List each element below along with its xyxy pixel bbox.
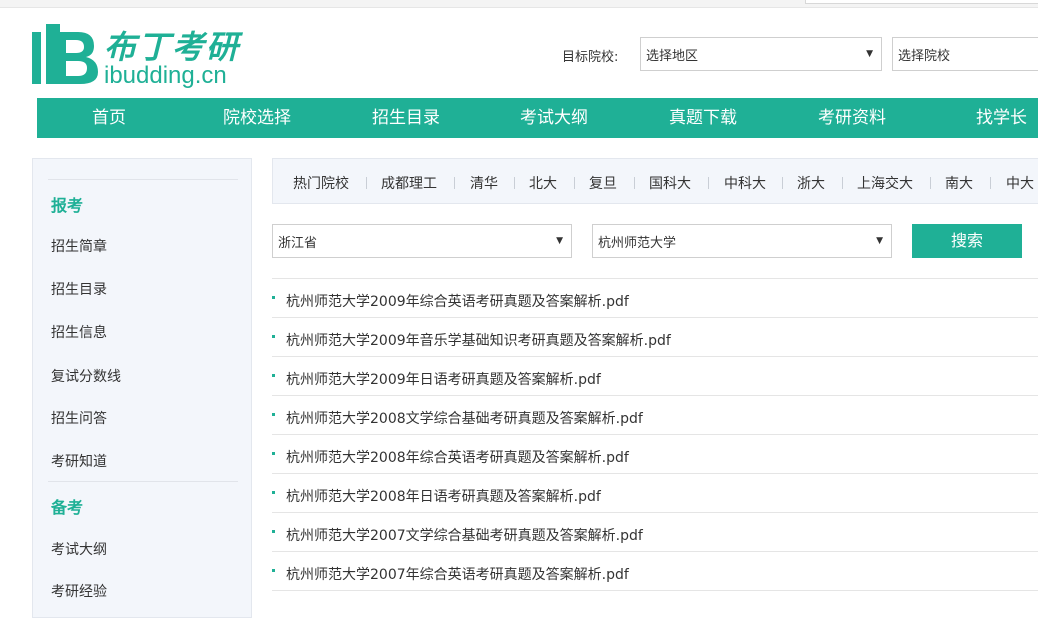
separator xyxy=(454,177,455,189)
region-select[interactable]: 选择地区 ▼ xyxy=(640,37,882,71)
sidebar-heading-prepare: 备考 xyxy=(51,498,84,517)
separator xyxy=(366,177,367,189)
hot-schools-label: 热门院校 xyxy=(293,176,349,192)
hot-school-link[interactable]: 南大 xyxy=(945,173,973,193)
hot-school-link[interactable]: 上海交大 xyxy=(857,173,913,193)
sidebar-item-qa[interactable]: 招生问答 xyxy=(51,408,107,428)
nav-school-selection[interactable]: 院校选择 xyxy=(223,98,291,138)
site-logo[interactable]: 布丁考研 ibudding.cn xyxy=(32,22,242,89)
file-link[interactable]: 杭州师范大学2008文学综合基础考研真题及答案解析.pdf xyxy=(286,408,643,428)
university-select-value: 杭州师范大学 xyxy=(598,235,677,251)
logo-mark-icon xyxy=(32,24,98,84)
hot-schools-bar: 热门院校 成都理工 清华 北大 复旦 国科大 中科大 浙大 上海交大 南大 中大 xyxy=(272,158,1038,204)
top-strip xyxy=(0,0,1038,8)
hot-school-link[interactable]: 中大 xyxy=(1006,173,1034,193)
school-select[interactable]: 选择院校 xyxy=(892,37,1038,71)
sidebar-divider xyxy=(48,179,238,180)
nav-enrollment-catalog[interactable]: 招生目录 xyxy=(372,98,440,138)
separator xyxy=(842,177,843,189)
separator xyxy=(782,177,783,189)
school-select-value: 选择院校 xyxy=(898,48,951,64)
chevron-down-icon: ▼ xyxy=(876,236,883,246)
nav-find-senior[interactable]: 找学长 xyxy=(976,98,1027,138)
bullet-icon xyxy=(272,374,275,377)
chevron-down-icon: ▼ xyxy=(556,236,563,246)
file-link[interactable]: 杭州师范大学2009年日语考研真题及答案解析.pdf xyxy=(286,369,601,389)
sidebar-item-brochure[interactable]: 招生简章 xyxy=(51,236,107,256)
list-item[interactable]: 杭州师范大学2008年日语考研真题及答案解析.pdf xyxy=(272,474,1038,513)
hot-school-link[interactable]: 浙大 xyxy=(797,173,825,193)
sidebar: 报考 招生简章 招生目录 招生信息 复试分数线 招生问答 考研知道 备考 考试大… xyxy=(32,158,252,618)
nav-materials[interactable]: 考研资料 xyxy=(818,98,886,138)
hot-school-link[interactable]: 清华 xyxy=(470,173,498,193)
list-item[interactable]: 杭州师范大学2009年音乐学基础知识考研真题及答案解析.pdf xyxy=(272,318,1038,357)
bullet-icon xyxy=(272,413,275,416)
nav-home[interactable]: 首页 xyxy=(92,98,126,138)
nav-exam-syllabus[interactable]: 考试大纲 xyxy=(520,98,588,138)
list-item[interactable]: 杭州师范大学2008文学综合基础考研真题及答案解析.pdf xyxy=(272,396,1038,435)
sidebar-item-syllabus[interactable]: 考试大纲 xyxy=(51,539,107,559)
separator xyxy=(514,177,515,189)
target-school-label: 目标院校: xyxy=(562,50,619,65)
list-item[interactable]: 杭州师范大学2007文学综合基础考研真题及答案解析.pdf xyxy=(272,513,1038,552)
hot-school-link[interactable]: 成都理工 xyxy=(381,173,437,193)
sidebar-heading-apply: 报考 xyxy=(51,196,84,215)
logo-domain: ibudding.cn xyxy=(104,62,227,89)
sidebar-item-info[interactable]: 招生信息 xyxy=(51,322,107,342)
hot-school-link[interactable]: 复旦 xyxy=(589,173,617,193)
file-link[interactable]: 杭州师范大学2007年综合英语考研真题及答案解析.pdf xyxy=(286,564,629,584)
file-link[interactable]: 杭州师范大学2009年音乐学基础知识考研真题及答案解析.pdf xyxy=(286,330,671,350)
list-item[interactable]: 杭州师范大学2009年综合英语考研真题及答案解析.pdf xyxy=(272,279,1038,318)
sidebar-item-know[interactable]: 考研知道 xyxy=(51,451,107,471)
sidebar-item-retest-score[interactable]: 复试分数线 xyxy=(51,366,121,386)
hot-school-link[interactable]: 中科大 xyxy=(724,173,766,193)
search-button[interactable]: 搜索 xyxy=(912,224,1022,258)
bullet-icon xyxy=(272,491,275,494)
bullet-icon xyxy=(272,569,275,572)
main-nav: 首页 院校选择 招生目录 考试大纲 真题下载 考研资料 找学长 xyxy=(37,98,1038,138)
university-select[interactable]: 杭州师范大学 ▼ xyxy=(592,224,892,258)
separator xyxy=(574,177,575,189)
file-link[interactable]: 杭州师范大学2008年日语考研真题及答案解析.pdf xyxy=(286,486,601,506)
province-select[interactable]: 浙江省 ▼ xyxy=(272,224,572,258)
list-item[interactable]: 杭州师范大学2009年日语考研真题及答案解析.pdf xyxy=(272,357,1038,396)
bullet-icon xyxy=(272,452,275,455)
nav-past-papers[interactable]: 真题下载 xyxy=(669,98,737,138)
separator xyxy=(930,177,931,189)
sidebar-item-experience[interactable]: 考研经验 xyxy=(51,581,107,601)
region-select-value: 选择地区 xyxy=(646,48,699,64)
bullet-icon xyxy=(272,296,275,299)
separator xyxy=(708,177,709,189)
chevron-down-icon: ▼ xyxy=(866,49,873,59)
separator xyxy=(634,177,635,189)
hot-school-link[interactable]: 国科大 xyxy=(649,173,691,193)
separator xyxy=(990,177,991,189)
top-search-box[interactable] xyxy=(805,0,1038,4)
sidebar-divider xyxy=(48,481,238,482)
file-link[interactable]: 杭州师范大学2008年综合英语考研真题及答案解析.pdf xyxy=(286,447,629,467)
list-item[interactable]: 杭州师范大学2007年综合英语考研真题及答案解析.pdf xyxy=(272,552,1038,591)
province-select-value: 浙江省 xyxy=(278,235,318,251)
list-item[interactable]: 杭州师范大学2008年综合英语考研真题及答案解析.pdf xyxy=(272,435,1038,474)
file-link[interactable]: 杭州师范大学2007文学综合基础考研真题及答案解析.pdf xyxy=(286,525,643,545)
hot-school-link[interactable]: 北大 xyxy=(529,173,557,193)
sidebar-item-catalog[interactable]: 招生目录 xyxy=(51,279,107,299)
bullet-icon xyxy=(272,335,275,338)
bullet-icon xyxy=(272,530,275,533)
file-link[interactable]: 杭州师范大学2009年综合英语考研真题及答案解析.pdf xyxy=(286,291,629,311)
